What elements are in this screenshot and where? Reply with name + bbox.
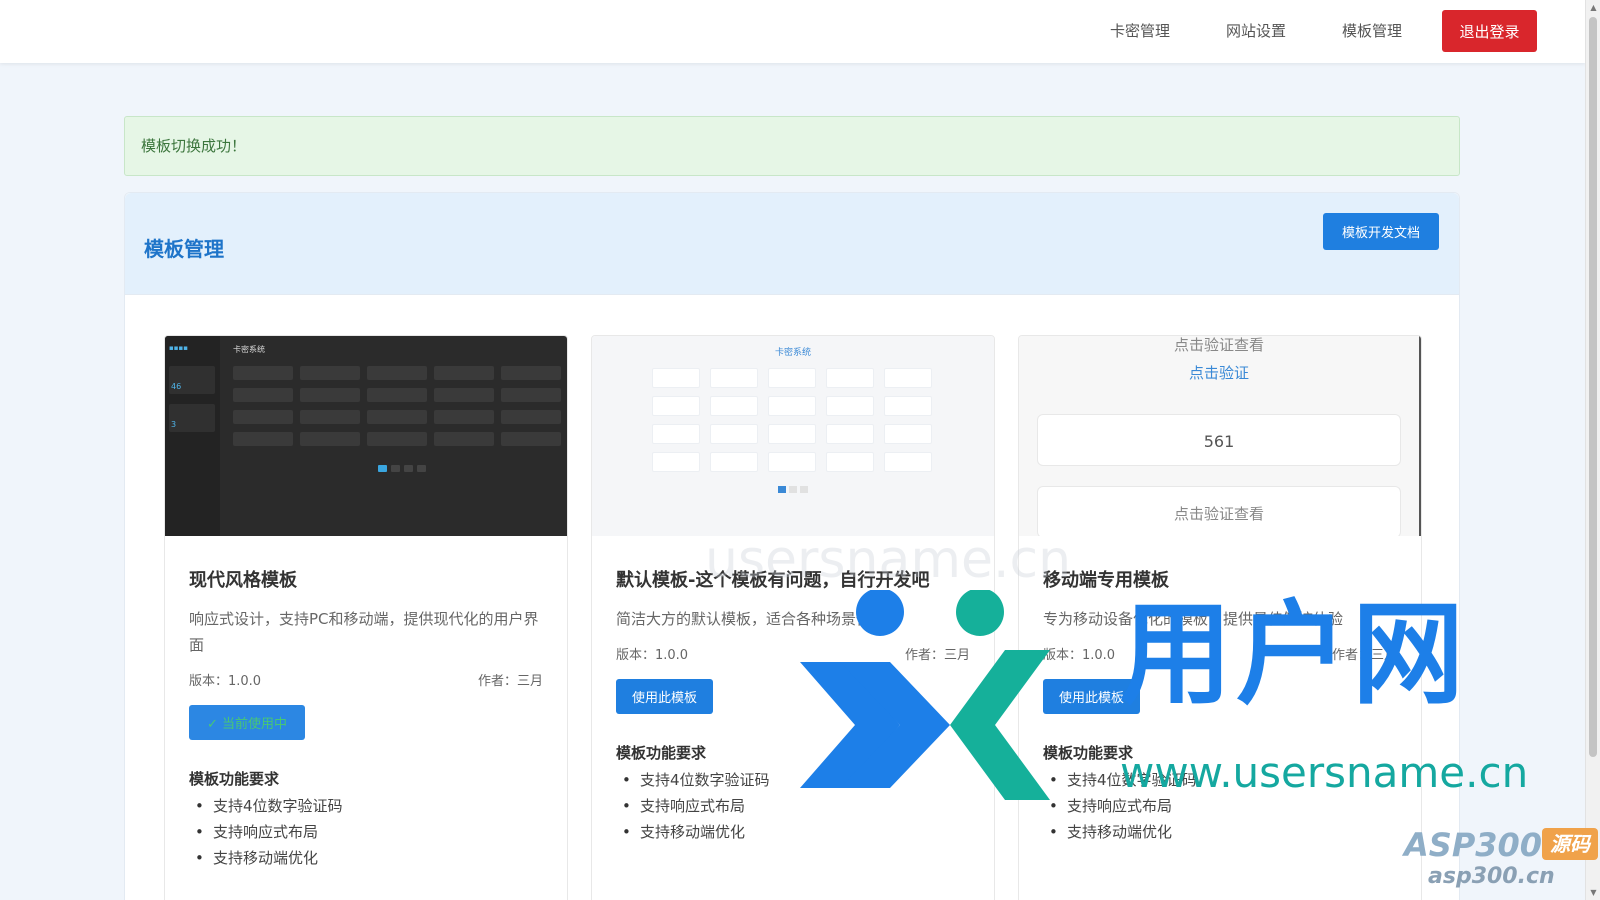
- list-item: 支持响应式布局: [195, 819, 567, 845]
- template-version: 版本：1.0.0: [189, 674, 262, 689]
- panel-header: 模板管理 模板开发文档: [125, 193, 1459, 295]
- vertical-scrollbar[interactable]: ▲ ▼: [1585, 0, 1600, 900]
- top-navbar: 卡密管理 网站设置 模板管理 退出登录: [0, 0, 1585, 63]
- list-item: 支持响应式布局: [622, 793, 994, 819]
- template-description: 简洁大方的默认模板，适合各种场景使用: [616, 610, 887, 628]
- template-card-default: 卡密系统 默认模板-这个模板有问题，自行开发吧 简洁大方的默认模板，适合各种场景…: [591, 335, 995, 900]
- template-card-mobile: 点击验证查看 点击验证 561 点击验证查看 移动端专用模板 专为移动设备优化的…: [1018, 335, 1422, 900]
- asp-watermark-url: asp300.cn: [1428, 864, 1555, 889]
- current-template-button[interactable]: ✓ 当前使用中: [189, 705, 305, 740]
- template-description: 响应式设计，支持PC和移动端，提供现代化的用户界面: [189, 610, 539, 654]
- template-version: 版本：1.0.0: [1043, 648, 1116, 663]
- use-template-button[interactable]: 使用此模板: [1043, 679, 1141, 714]
- nav-template-management[interactable]: 模板管理: [1342, 10, 1402, 52]
- template-title: 现代风格模板: [189, 570, 297, 591]
- template-author: 作者：三月: [1331, 648, 1397, 663]
- list-item: 支持移动端优化: [1049, 819, 1421, 845]
- thumb-title: 卡密系统: [233, 345, 265, 354]
- list-item: 支持移动端优化: [622, 819, 994, 845]
- template-thumbnail: 卡密系统: [592, 336, 994, 536]
- template-title: 移动端专用模板: [1043, 570, 1169, 591]
- requirements-list: 支持4位数字验证码 支持响应式布局 支持移动端优化: [195, 793, 567, 871]
- template-thumbnail: 点击验证查看 点击验证 561 点击验证查看: [1019, 336, 1421, 536]
- template-title: 默认模板-这个模板有问题，自行开发吧: [616, 570, 930, 591]
- nav-site-settings[interactable]: 网站设置: [1226, 10, 1286, 52]
- template-version: 版本：1.0.0: [616, 648, 689, 663]
- requirements-title: 模板功能要求: [616, 744, 707, 762]
- requirements-list: 支持4位数字验证码 支持响应式布局 支持移动端优化: [1049, 767, 1421, 845]
- template-description: 专为移动设备优化的模板，提供最佳触控体验: [1043, 610, 1344, 628]
- requirements-title: 模板功能要求: [189, 770, 280, 788]
- thumb-verify-code: 561: [1203, 432, 1235, 451]
- requirements-list: 支持4位数字验证码 支持响应式布局 支持移动端优化: [622, 767, 994, 845]
- scroll-up-icon[interactable]: ▲: [1586, 0, 1600, 15]
- list-item: 支持响应式布局: [1049, 793, 1421, 819]
- thumb-title: 卡密系统: [774, 348, 811, 358]
- thumb-logo: ▪▪▪▪: [169, 344, 188, 352]
- list-item: 支持4位数字验证码: [1049, 767, 1421, 793]
- template-author: 作者：三月: [904, 648, 970, 663]
- asp-watermark-logo: ASP300: [1404, 826, 1543, 864]
- asp-watermark-badge: 源码: [1542, 828, 1598, 860]
- thumb-stat-value: 46: [171, 382, 182, 391]
- requirements-title: 模板功能要求: [1043, 744, 1134, 762]
- nav-card-management[interactable]: 卡密管理: [1110, 10, 1170, 52]
- thumb-sidebar: ▪▪▪▪ 46 3: [165, 336, 220, 536]
- template-doc-button[interactable]: 模板开发文档: [1323, 213, 1439, 250]
- success-alert: 模板切换成功！: [124, 116, 1460, 176]
- list-item: 支持4位数字验证码: [195, 793, 567, 819]
- thumb-stat-value: 3: [171, 420, 177, 429]
- template-author: 作者：三月: [477, 674, 543, 689]
- template-thumbnail: ▪▪▪▪ 46 3 卡密系统: [165, 336, 567, 536]
- nav-menu: 卡密管理 网站设置 模板管理 退出登录: [1110, 10, 1537, 52]
- thumb-verify-text: 点击验证查看: [1173, 505, 1264, 523]
- thumb-verify-link: 点击验证: [1188, 364, 1249, 382]
- scroll-down-icon[interactable]: ▼: [1586, 885, 1600, 900]
- scroll-thumb[interactable]: [1589, 17, 1597, 757]
- template-card-modern: ▪▪▪▪ 46 3 卡密系统 现代风格模板 响应式设计，支持PC和移动端，提供现…: [164, 335, 568, 900]
- list-item: 支持4位数字验证码: [622, 767, 994, 793]
- list-item: 支持移动端优化: [195, 845, 567, 871]
- logout-button[interactable]: 退出登录: [1442, 10, 1537, 52]
- use-template-button[interactable]: 使用此模板: [616, 679, 714, 714]
- thumb-verify-text: 点击验证查看: [1173, 336, 1264, 354]
- panel-title: 模板管理: [144, 237, 224, 261]
